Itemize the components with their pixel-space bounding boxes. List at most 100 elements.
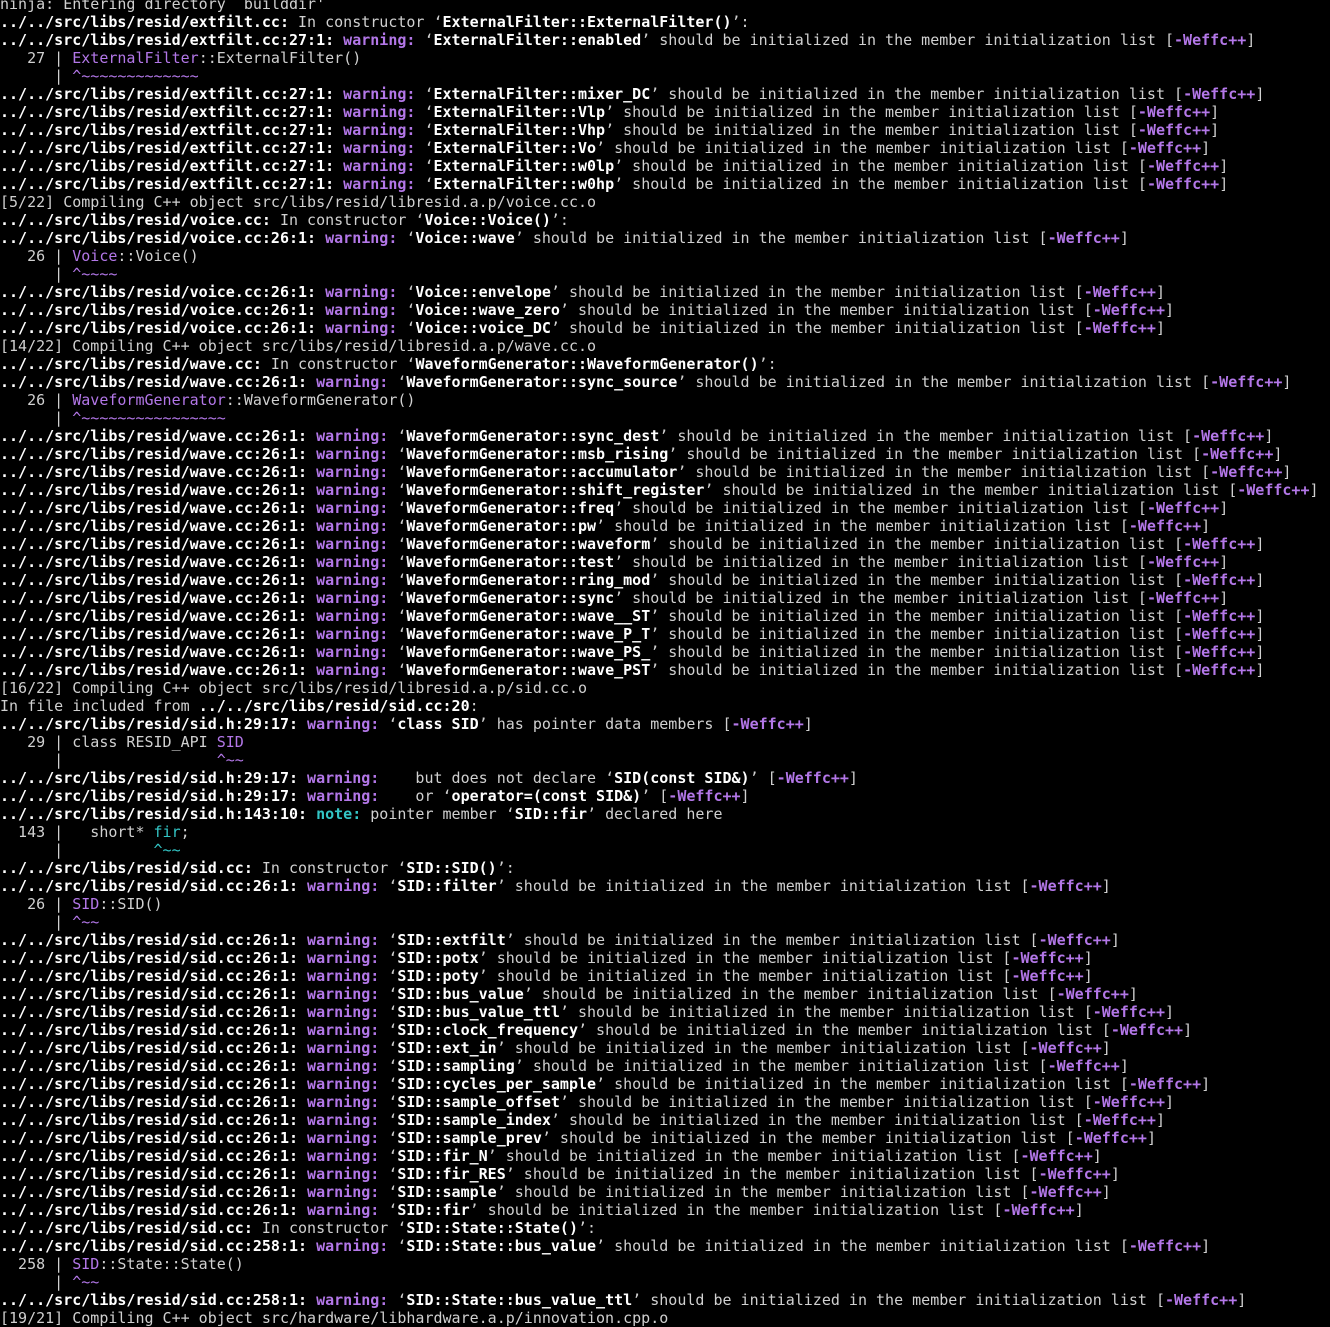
terminal-line: ../../src/libs/resid/sid.h:29:17: warnin… [0,769,858,787]
message-text: ’: [550,211,569,229]
terminal-line: ../../src/libs/resid/sid.h:143:10: note:… [0,805,723,823]
terminal-line: 26 | SID::SID() [0,895,1330,913]
terminal-line: ../../src/libs/resid/wave.cc:26:1: warni… [0,463,1292,481]
terminal-line: ../../src/libs/resid/wave.cc:26:1: warni… [0,481,1319,499]
message-text: ] [803,715,813,733]
quoted-symbol: Voice::wave_zero [415,301,560,319]
file-location: ../../src/libs/resid/wave.cc:26:1: [0,373,308,391]
quoted-symbol: WaveformGenerator::accumulator [406,463,678,481]
warning-label: warning: [307,931,380,949]
message-text: ] [1165,1003,1175,1021]
file-location: ../../src/libs/resid/sid.cc:26:1: [0,1003,299,1021]
warning-flag: -Weffc++ [1146,175,1220,193]
message-text: ] [1219,553,1229,571]
line-text: [14/22] Compiling C++ object src/libs/re… [0,337,597,355]
quoted-symbol: ExternalFilter::w0lp [433,157,615,175]
quoted-symbol: WaveformGenerator::sync_dest [406,427,660,445]
message-text: should be initialized in the member init… [505,877,1030,895]
warning-flag: -Weffc++ [1183,571,1256,589]
terminal-line: ../../src/libs/resid/extfilt.cc:27:1: wa… [0,175,1229,193]
warning-flag: -Weffc++ [1146,157,1220,175]
message-text: should be initialized in the member init… [659,571,1184,589]
message-text: should be initialized in the member init… [623,175,1147,193]
terminal-line: ninja: Entering directory `builddir' [0,0,1330,13]
quoted-symbol: WaveformGenerator::sync_source [406,373,678,391]
quoted-symbol: SID::sample_prev [397,1129,542,1147]
file-location: ../../src/libs/resid/voice.cc: [0,211,271,229]
message-text: ] [1219,175,1229,193]
message-text: should be initialized in the member init… [605,1237,1129,1255]
warning-label: warning: [316,1237,389,1255]
file-location: ../../src/libs/resid/extfilt.cc:27:1: [0,139,335,157]
warning-flag: -Weffc++ [1183,625,1256,643]
message-text: ] [1155,319,1165,337]
message-text: : [469,697,479,715]
warning-flag: -Weffc++ [1183,661,1256,679]
terminal-line: ../../src/libs/resid/sid.cc:26:1: warnin… [0,1003,1175,1021]
caret-marker: ^~~ [72,1273,100,1291]
warning-label: warning: [316,427,389,445]
warning-label: warning: [307,877,380,895]
warning-label: warning: [316,535,389,553]
message-text: declared here [596,805,723,823]
caret-padding [72,751,217,769]
warning-flag: -Weffc++ [1029,877,1102,895]
file-location: ../../src/libs/resid/sid.cc:26:1: [0,967,299,985]
warning-flag: -Weffc++ [1146,553,1220,571]
file-location: ../../src/libs/resid/wave.cc:26:1: [0,589,308,607]
message-text: ] [1219,499,1229,517]
terminal-line: ../../src/libs/resid/wave.cc:26:1: warni… [0,625,1265,643]
warning-label: warning: [316,463,389,481]
warning-label: warning: [307,715,380,733]
terminal-line: ../../src/libs/resid/sid.cc:26:1: warnin… [0,1075,1211,1093]
source-code: ::Voice() [117,247,199,265]
quoted-symbol: SID::sampling [397,1057,515,1075]
highlighted-token: SID [216,733,244,751]
quoted-symbol: Voice::voice_DC [415,319,551,337]
message-text: should be initialized in the member init… [659,607,1184,625]
message-text: [ [650,787,669,805]
terminal-line: 143 | short* fir; [0,823,1330,841]
quoted-symbol: SID(const SID&) [614,769,750,787]
quoted-symbol: SID::sample_index [397,1111,551,1129]
terminal-line: 26 | Voice::Voice() [0,247,1330,265]
message-text: should be initialized in the member init… [686,373,1211,391]
warning-flag: -Weffc++ [1020,1147,1093,1165]
file-location: ../../src/libs/resid/sid.cc: [0,859,253,877]
message-text: ] [1255,643,1265,661]
message-text: should be initialized in the member init… [614,121,1138,139]
source-code: class RESID_API [72,733,217,751]
terminal-line: ../../src/libs/resid/voice.cc:26:1: warn… [0,301,1175,319]
highlighted-token: SID [72,1255,100,1273]
terminal-line: ../../src/libs/resid/sid.cc:26:1: warnin… [0,1183,1111,1201]
quoted-symbol: WaveformGenerator::waveform [406,535,651,553]
terminal-line: ../../src/libs/resid/wave.cc:26:1: warni… [0,499,1229,517]
file-location: ../../src/libs/resid/sid.cc:26:1: [0,1093,299,1111]
warning-flag: -Weffc++ [1210,373,1283,391]
line-gutter: | [0,67,73,85]
message-text: ] [1183,1021,1193,1039]
message-text: has pointer data members [ [487,715,732,733]
quoted-symbol: SID::fir_N [397,1147,488,1165]
file-location: ../../src/libs/resid/extfilt.cc: [0,13,289,31]
quoted-symbol: SID::cycles_per_sample [397,1075,597,1093]
line-gutter: 26 | [0,895,73,913]
terminal-line: ../../src/libs/resid/sid.cc:26:1: warnin… [0,1147,1102,1165]
quoted-symbol: ExternalFilter::Vlp [433,103,606,121]
message-text: ] [1255,661,1265,679]
highlighted-token: SID [72,895,100,913]
terminal-line: 258 | SID::State::State() [0,1255,1330,1273]
message-text: ] [1201,517,1211,535]
terminal-line: ../../src/libs/resid/wave.cc:26:1: warni… [0,427,1274,445]
message-text: should be initialized in the member init… [623,589,1147,607]
quoted-symbol: WaveformGenerator::ring_mod [406,571,651,589]
warning-flag: -Weffc++ [1183,607,1256,625]
warning-label: warning: [316,517,389,535]
terminal-line: ../../src/libs/resid/sid.cc:26:1: warnin… [0,1093,1175,1111]
file-location: ../../src/libs/resid/sid.cc:26:1: [0,1129,299,1147]
message-text: should be initialized in the member init… [659,625,1184,643]
file-location: ../../src/libs/resid/wave.cc:26:1: [0,535,308,553]
file-location: ../../src/libs/resid/sid.h:29:17: [0,715,299,733]
file-location: ../../src/libs/resid/wave.cc:26:1: [0,643,308,661]
message-text: should be initialized in the member init… [605,517,1129,535]
